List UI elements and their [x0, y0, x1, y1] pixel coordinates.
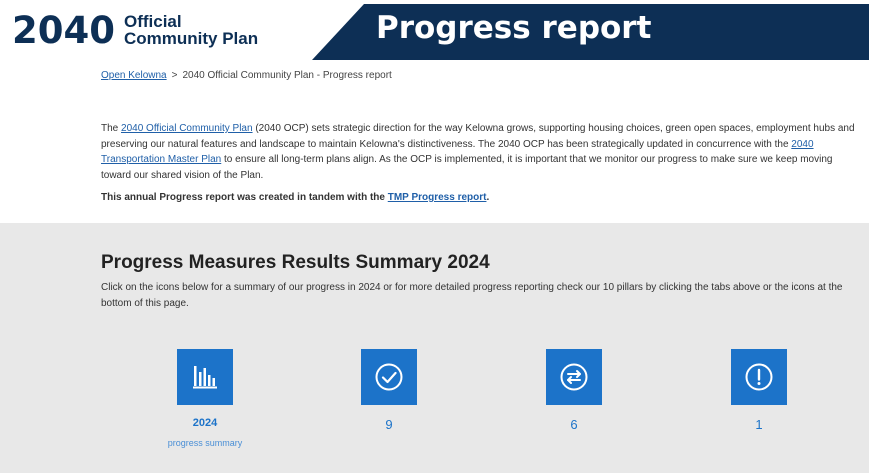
breadcrumb-separator: > [171, 70, 178, 81]
summary-description: Click on the icons below for a summary o… [101, 282, 843, 309]
achieved-measures-button[interactable] [361, 349, 417, 405]
bar-chart-icon [193, 366, 217, 389]
logo-text: Official Community Plan [123, 11, 259, 48]
results-summary-section: Progress Measures Results Summary 2024 C… [0, 223, 869, 473]
ocp-link[interactable]: 2040 Official Community Plan [121, 123, 253, 134]
ocp-logo[interactable]: 2040 Official Community Plan [12, 8, 258, 52]
logo-line-community-plan: Community Plan [123, 29, 259, 48]
alert-circle-icon [745, 363, 773, 391]
attention-measures-count[interactable]: 1 [699, 417, 819, 432]
site-header: 2040 Official Community Plan Progress re… [0, 0, 869, 62]
tandem-text: This annual Progress report was created … [101, 192, 388, 203]
intro-paragraph: The 2040 Official Community Plan (2040 O… [101, 121, 861, 183]
breadcrumb-current: 2040 Official Community Plan - Progress … [182, 70, 392, 81]
logo-line-official: Official [123, 11, 182, 31]
progress-summary-button[interactable] [177, 349, 233, 405]
achieved-measures-count[interactable]: 9 [329, 417, 449, 432]
in-progress-measures-button[interactable] [546, 349, 602, 405]
progress-summary-year[interactable]: 2024 [145, 417, 265, 429]
in-progress-measures-count[interactable]: 6 [514, 417, 634, 432]
tandem-note: This annual Progress report was created … [101, 192, 489, 203]
attention-measures-button[interactable] [731, 349, 787, 405]
page-title: Progress report [376, 10, 652, 46]
tmp-progress-report-link[interactable]: TMP Progress report [388, 192, 487, 203]
intro-text-start: The [101, 123, 122, 134]
progress-summary-label[interactable]: progress summary [145, 438, 265, 448]
exchange-circle-icon [560, 363, 588, 391]
summary-title: Progress Measures Results Summary 2024 [101, 252, 490, 273]
logo-year: 2040 [12, 8, 115, 52]
breadcrumb: Open Kelowna > 2040 Official Community P… [101, 70, 392, 81]
tandem-period: . [486, 192, 490, 203]
check-circle-icon [375, 363, 403, 391]
breadcrumb-home-link[interactable]: Open Kelowna [101, 70, 167, 81]
